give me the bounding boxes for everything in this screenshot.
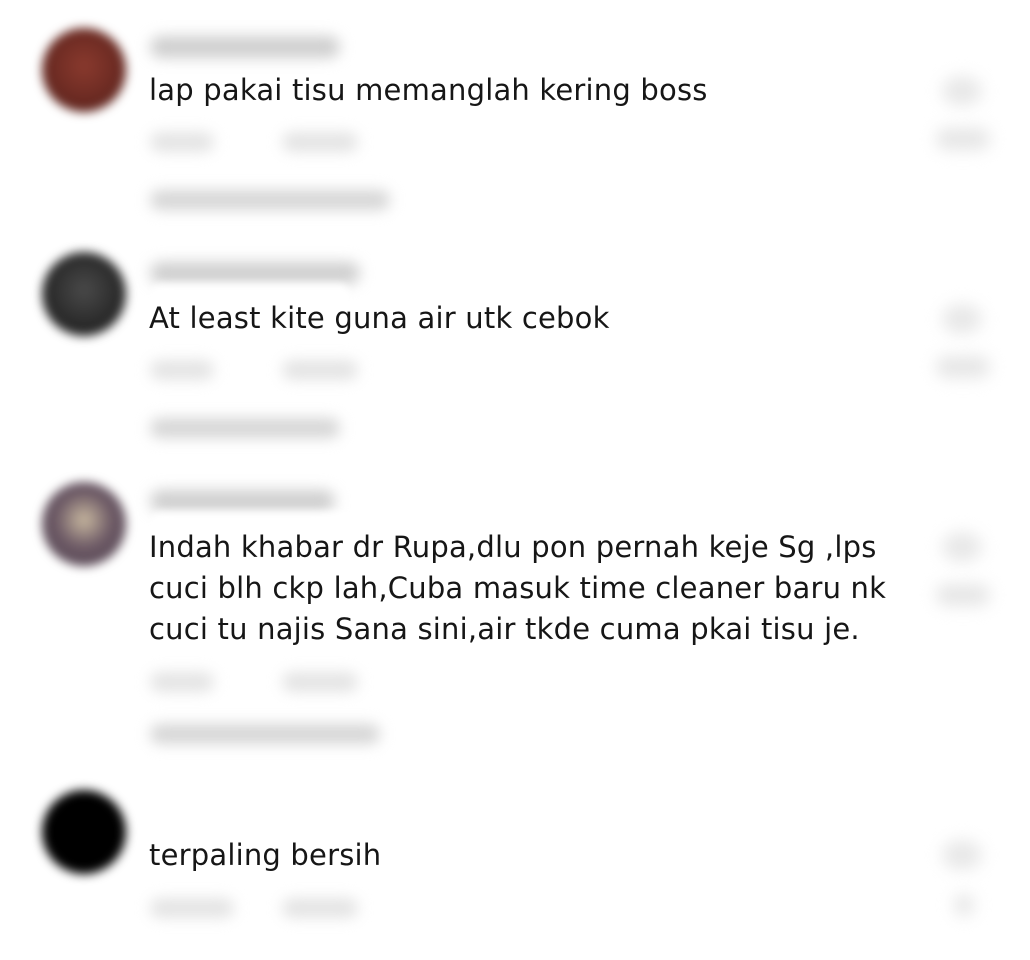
heart-icon[interactable]	[942, 840, 982, 870]
comment-item: terpaling bersih	[0, 0, 1030, 960]
avatar[interactable]	[42, 790, 126, 874]
reply-button[interactable]	[282, 898, 358, 918]
comment-text: terpaling bersih	[149, 838, 382, 872]
timestamp-blurred	[150, 898, 234, 918]
like-count	[954, 894, 974, 916]
